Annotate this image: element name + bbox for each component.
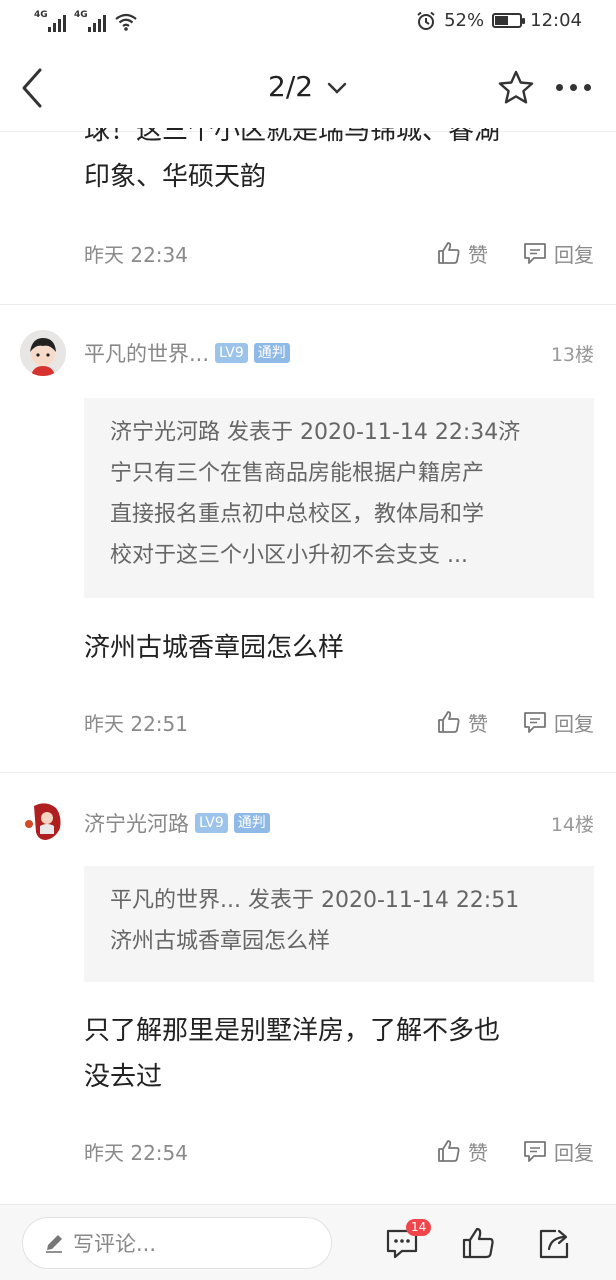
post-text-line: 球！这三个小区就是瑞马锦城、睿湖 bbox=[84, 128, 501, 146]
comment-placeholder: 写评论... bbox=[73, 1232, 157, 1256]
quote-line: 济州古城香章园怎么样 bbox=[110, 929, 331, 954]
battery-percent: 52% bbox=[444, 10, 485, 31]
thumbs-up-icon bbox=[438, 711, 460, 733]
reply-button[interactable]: 回复 bbox=[522, 239, 594, 268]
comment-icon bbox=[524, 243, 546, 264]
thumbs-up-icon[interactable] bbox=[460, 1225, 496, 1261]
avatar[interactable] bbox=[20, 330, 66, 376]
like-button[interactable]: 赞 bbox=[436, 239, 488, 268]
cellular-signal-icon: 4G bbox=[74, 10, 106, 32]
quoted-comment[interactable]: 济宁光河路 发表于 2020-11-14 22:34济 宁只有三个在售商品房能根… bbox=[84, 398, 594, 598]
comment-header: 平凡的世界... LV9 通判 13楼 bbox=[0, 328, 616, 378]
floor-number: 13楼 bbox=[550, 344, 594, 366]
pencil-icon bbox=[46, 1235, 62, 1253]
wifi-icon bbox=[115, 13, 137, 31]
post-meta-row: 昨天 22:51 赞 回复 bbox=[84, 705, 594, 739]
clock-time: 12:04 bbox=[530, 10, 582, 31]
comment-count-badge: 14 bbox=[406, 1219, 432, 1236]
like-button[interactable]: 赞 bbox=[436, 1137, 488, 1166]
quote-line: 平凡的世界... 发表于 2020-11-14 22:51 bbox=[110, 888, 520, 913]
battery-icon bbox=[492, 13, 526, 28]
quote-line: 济宁光河路 发表于 2020-11-14 22:34济 bbox=[110, 420, 521, 445]
top-nav-bar: 2/2 bbox=[0, 46, 616, 132]
username-row: 济宁光河路 LV9 通判 bbox=[84, 808, 270, 838]
reply-label: 回复 bbox=[554, 1140, 594, 1165]
post-body: 球！这三个小区就是瑞马锦城、睿湖 印象、华硕天韵 bbox=[0, 128, 520, 200]
alarm-icon bbox=[417, 11, 435, 30]
comment-text-line: 只了解那里是别墅洋房，了解不多也 bbox=[84, 1016, 501, 1046]
post-time: 昨天 22:51 bbox=[84, 711, 188, 736]
comment-text-line: 济州古城香章园怎么样 bbox=[84, 633, 345, 663]
username-row: 平凡的世界... LV9 通判 bbox=[84, 338, 290, 368]
comment-list: 球！这三个小区就是瑞马锦城、睿湖 印象、华硕天韵 昨天 22:34 赞 回复 平… bbox=[0, 128, 616, 1204]
comment-body: 只了解那里是别墅洋房，了解不多也 没去过 bbox=[0, 1008, 520, 1100]
quote-line: 校对于这三个小区小升初不会支支 ... bbox=[110, 543, 468, 568]
floor-number: 14楼 bbox=[550, 814, 594, 836]
status-bar: 4G 4G 52% 12:04 bbox=[0, 0, 616, 46]
comment-input[interactable]: 写评论... bbox=[22, 1217, 332, 1269]
quote-line: 宁只有三个在售商品房能根据户籍房产 bbox=[110, 461, 485, 486]
like-button[interactable]: 赞 bbox=[436, 708, 488, 737]
divider bbox=[0, 772, 616, 773]
cellular-signal-icon: 4G bbox=[34, 10, 66, 32]
more-options-icon[interactable] bbox=[556, 84, 591, 91]
reply-label: 回复 bbox=[554, 711, 594, 736]
avatar[interactable] bbox=[20, 798, 66, 844]
thumbs-up-icon bbox=[438, 242, 460, 264]
comment-text-line: 没去过 bbox=[84, 1062, 163, 1092]
post-text-line: 印象、华硕天韵 bbox=[84, 162, 267, 192]
like-label: 赞 bbox=[468, 711, 488, 736]
thumbs-up-icon bbox=[438, 1140, 460, 1162]
bottom-action-bar: 写评论... 14 bbox=[0, 1204, 616, 1280]
share-icon[interactable] bbox=[536, 1225, 572, 1261]
username[interactable]: 平凡的世界... bbox=[84, 338, 209, 368]
like-label: 赞 bbox=[468, 242, 488, 267]
comment-icon bbox=[524, 1141, 546, 1162]
page-indicator: 2/2 bbox=[268, 70, 314, 103]
network-type-label: 4G bbox=[74, 10, 88, 20]
network-type-label: 4G bbox=[34, 10, 48, 20]
level-badge: LV9 bbox=[215, 343, 248, 363]
level-badge: LV9 bbox=[195, 813, 228, 833]
favorite-star-icon[interactable] bbox=[496, 68, 536, 108]
quoted-comment[interactable]: 平凡的世界... 发表于 2020-11-14 22:51 济州古城香章园怎么样 bbox=[84, 866, 594, 982]
post-meta-row: 昨天 22:54 赞 回复 bbox=[84, 1134, 594, 1168]
reply-button[interactable]: 回复 bbox=[522, 1137, 594, 1166]
post-time: 昨天 22:54 bbox=[84, 1140, 188, 1165]
reply-label: 回复 bbox=[554, 242, 594, 267]
post-time: 昨天 22:34 bbox=[84, 242, 188, 267]
divider bbox=[0, 304, 616, 305]
comment-body: 济州古城香章园怎么样 bbox=[0, 625, 364, 671]
reply-button[interactable]: 回复 bbox=[522, 708, 594, 737]
username[interactable]: 济宁光河路 bbox=[84, 808, 189, 838]
like-label: 赞 bbox=[468, 1140, 488, 1165]
post-meta-row: 昨天 22:34 赞 回复 bbox=[84, 236, 594, 270]
chevron-down-icon bbox=[327, 82, 347, 94]
title-badge: 通判 bbox=[233, 813, 270, 833]
comment-header: 济宁光河路 LV9 通判 14楼 bbox=[0, 798, 616, 848]
quote-line: 直接报名重点初中总校区，教体局和学 bbox=[110, 502, 485, 527]
comment-icon bbox=[524, 712, 546, 733]
title-badge: 通判 bbox=[253, 343, 290, 363]
